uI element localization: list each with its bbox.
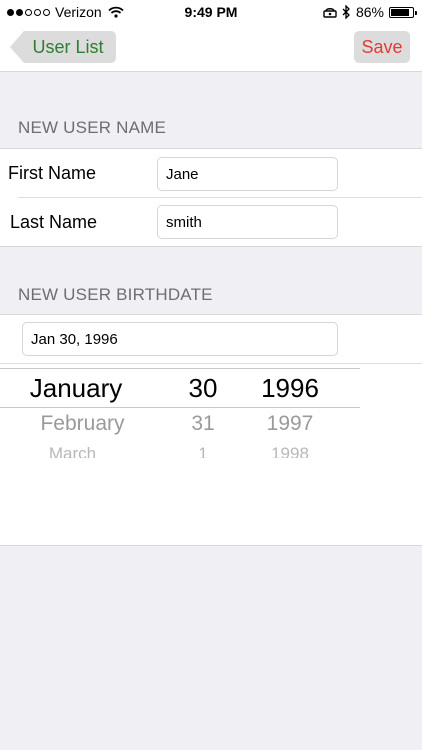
save-button[interactable]: Save <box>354 31 410 63</box>
battery-percent: 86% <box>355 4 384 20</box>
navigation-bar: User List Save <box>0 24 422 72</box>
date-picker[interactable]: January February March 30 31 1 1996 1997… <box>0 364 360 458</box>
first-name-label: First Name <box>8 163 97 183</box>
battery-icon <box>389 6 417 18</box>
back-button-label: User List <box>24 31 116 63</box>
name-group: First Name Jane Last Name smith <box>0 148 422 247</box>
picker-month-selected[interactable]: January <box>15 373 137 404</box>
picker-year-selected[interactable]: 1996 <box>250 373 330 404</box>
status-right: 86% <box>323 4 417 20</box>
battery-tip <box>415 10 417 15</box>
last-name-label: Last Name <box>10 212 98 232</box>
battery-level-fill <box>391 8 410 16</box>
name-section-header: NEW USER NAME <box>18 118 167 137</box>
birthdate-field[interactable]: Jan 30, 1996 <box>22 322 338 356</box>
picker-month-option[interactable]: February <box>15 412 150 436</box>
picker-selection-bottom-line <box>0 407 360 408</box>
alarm-icon <box>323 7 337 18</box>
picker-year-option[interactable]: 1997 <box>250 412 330 436</box>
last-name-field[interactable]: smith <box>157 205 338 239</box>
bluetooth-icon <box>342 5 350 19</box>
status-bar: Verizon 9:49 PM 86% <box>0 0 422 24</box>
picker-day-option[interactable]: 31 <box>178 412 228 436</box>
last-name-row: Last Name smith <box>0 198 422 247</box>
picker-day-selected[interactable]: 30 <box>178 373 228 404</box>
birthdate-section-header: NEW USER BIRTHDATE <box>18 285 213 304</box>
back-button[interactable]: User List <box>10 31 116 63</box>
first-name-field[interactable]: Jane <box>157 157 338 191</box>
picker-selection-top-line <box>0 368 360 369</box>
picker-month-option[interactable]: March <box>15 444 130 458</box>
back-arrow-icon <box>10 31 24 63</box>
picker-day-option[interactable]: 1 <box>178 444 228 458</box>
first-name-row: First Name Jane <box>0 149 422 198</box>
picker-year-option[interactable]: 1998 <box>250 444 330 458</box>
